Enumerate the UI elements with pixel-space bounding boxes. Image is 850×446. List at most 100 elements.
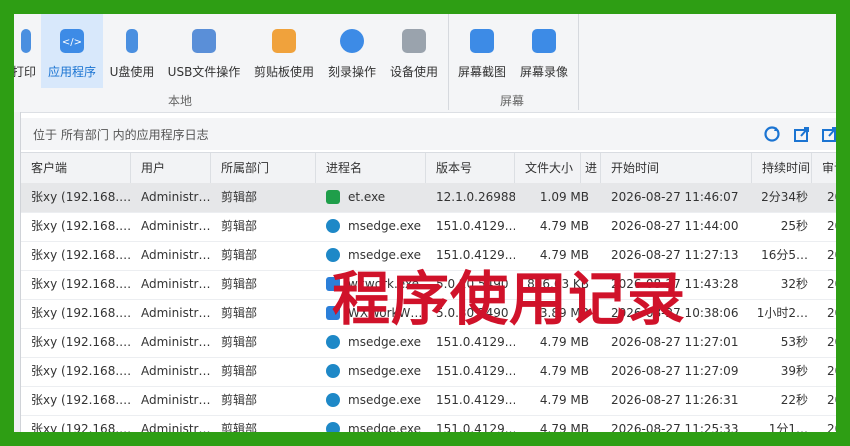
wps-et-icon	[326, 190, 340, 204]
cell-text: 剪辑部	[221, 219, 258, 233]
cell-client: 张xy (192.168.…	[21, 386, 131, 415]
cell-start: 2026-08-27 11:46:07	[601, 183, 752, 212]
ribbon-print-button[interactable]: 打印	[14, 14, 38, 88]
cell-text: 张xy (192.168.…	[31, 219, 131, 233]
column-header-user[interactable]: 用户	[131, 153, 211, 183]
cell-text: Administr…	[141, 364, 211, 378]
cell-duration: 16分5…	[752, 241, 814, 270]
cell-text: 剪辑部	[221, 306, 258, 320]
cell-text: msedge.exe	[348, 364, 422, 378]
cell-client: 张xy (192.168.…	[21, 299, 131, 328]
cell-text: Administr…	[141, 393, 211, 407]
cell-duration: 22秒	[752, 386, 814, 415]
cell-text: 39秒	[780, 364, 808, 378]
cell-text: msedge.exe	[348, 422, 422, 432]
table-row[interactable]: 张xy (192.168.… Administr… 剪辑部 msedge.exe 151…	[21, 212, 836, 242]
cell-text: Administr…	[141, 335, 211, 349]
table-row[interactable]: 张xy (192.168.… Administr… 剪辑部 msedge.exe 151…	[21, 415, 836, 432]
cell-version: 12.1.0.26988	[426, 183, 515, 212]
ribbon-burn-button[interactable]: 刻录操作	[326, 14, 378, 88]
column-header-start-time[interactable]: 开始时间	[601, 153, 752, 183]
cell-text: 151.0.4129.…	[436, 335, 515, 349]
cell-size: 4.79 MB	[515, 357, 595, 386]
cell-text: 剪辑部	[221, 277, 258, 291]
cell-start: 2026-08-27 11:27:09	[601, 357, 752, 386]
cell-text: 张xy (192.168.…	[31, 393, 131, 407]
cell-text: 4.79 MB	[539, 422, 589, 432]
cell-user: Administr…	[131, 212, 211, 241]
cell-dept: 剪辑部	[211, 299, 316, 328]
cell-text: 1分1…	[768, 422, 808, 432]
ribbon-device-button[interactable]: 设备使用	[388, 14, 440, 88]
ribbon-usb-drive-button[interactable]: U盘使用	[106, 14, 158, 88]
cell-text: 16分5…	[761, 248, 808, 262]
ribbon-app-button[interactable]: </> 应用程序	[41, 14, 103, 88]
cell-text: Administr…	[141, 190, 211, 204]
cell-text: 张xy (192.168.…	[31, 306, 131, 320]
table-row[interactable]: 张xy (192.168.… Administr… 剪辑部 msedge.exe 151…	[21, 386, 836, 416]
column-header-truncated[interactable]: 进	[581, 153, 601, 183]
column-header-audit[interactable]: 审计	[812, 153, 836, 183]
cell-text: 剪辑部	[221, 393, 258, 407]
cell-duration: 2分34秒	[752, 183, 814, 212]
cell-user: Administr…	[131, 386, 211, 415]
cell-audit: 202	[817, 328, 836, 357]
cell-dept: 剪辑部	[211, 183, 316, 212]
cell-text: 4.79 MB	[539, 364, 589, 378]
table-row[interactable]: 张xy (192.168.… Administr… 剪辑部 msedge.exe 151…	[21, 357, 836, 387]
cell-user: Administr…	[131, 415, 211, 432]
cell-text: 张xy (192.168.…	[31, 248, 131, 262]
cell-duration: 1小时2…	[752, 299, 814, 328]
cell-version: 151.0.4129.…	[426, 212, 515, 241]
cell-text: 4.79 MB	[539, 393, 589, 407]
table-row[interactable]: 张xy (192.168.… Administr… 剪辑部 et.exe 12.1.0.…	[21, 183, 836, 213]
cell-text: msedge.exe	[348, 335, 422, 349]
column-header-version[interactable]: 版本号	[426, 153, 515, 183]
export-all-icon[interactable]	[821, 125, 836, 143]
ribbon-screen-record-button[interactable]: 屏幕录像	[518, 14, 570, 88]
cell-audit: 202	[817, 415, 836, 432]
cell-duration: 53秒	[752, 328, 814, 357]
cell-text: 12.1.0.26988	[436, 190, 515, 204]
cell-audit: 202	[817, 357, 836, 386]
group-label-screen: 屏幕	[500, 94, 525, 108]
cell-start: 2026-08-27 11:44:00	[601, 212, 752, 241]
export-icon[interactable]	[793, 125, 811, 143]
cell-process: msedge.exe	[316, 357, 426, 386]
cell-client: 张xy (192.168.…	[21, 270, 131, 299]
cell-text: 2026-08-27 11:26:31	[611, 393, 739, 407]
cell-text: 1小时2…	[756, 306, 808, 320]
cell-user: Administr…	[131, 241, 211, 270]
disc-burn-icon	[340, 29, 364, 53]
video-record-icon	[532, 29, 556, 53]
green-border-frame: 打印 </> 应用程序 U盘使用 USB文件操作 剪贴板使用 刻录操作 设备使用…	[0, 0, 850, 446]
cell-text: 151.0.4129.…	[436, 422, 515, 432]
cell-client: 张xy (192.168.…	[21, 415, 131, 432]
cell-client: 张xy (192.168.…	[21, 328, 131, 357]
cell-client: 张xy (192.168.…	[21, 183, 131, 212]
cell-dept: 剪辑部	[211, 357, 316, 386]
ribbon-screenshot-button[interactable]: 屏幕截图	[456, 14, 508, 88]
ribbon-group-separator	[578, 14, 579, 110]
ribbon-usb-file-button[interactable]: USB文件操作	[166, 14, 242, 88]
cell-text: 4.79 MB	[539, 219, 589, 233]
cell-size: 4.79 MB	[515, 415, 595, 432]
cell-text: msedge.exe	[348, 219, 422, 233]
cell-text: 张xy (192.168.…	[31, 277, 131, 291]
cell-text: 202	[827, 306, 836, 320]
cell-text: 张xy (192.168.…	[31, 335, 131, 349]
column-header-process[interactable]: 进程名	[316, 153, 426, 183]
cell-text: 2026-08-27 11:25:33	[611, 422, 739, 432]
ribbon-clipboard-button[interactable]: 剪贴板使用	[252, 14, 316, 88]
cell-text: 151.0.4129.…	[436, 219, 515, 233]
cell-text: 202	[827, 277, 836, 291]
edge-icon	[326, 364, 340, 378]
cell-dept: 剪辑部	[211, 212, 316, 241]
column-header-file-size[interactable]: 文件大小	[515, 153, 581, 183]
column-header-department[interactable]: 所属部门	[211, 153, 316, 183]
cell-dept: 剪辑部	[211, 328, 316, 357]
refresh-icon[interactable]	[763, 125, 781, 143]
cell-duration: 1分1…	[752, 415, 814, 432]
column-header-client[interactable]: 客户端	[21, 153, 131, 183]
column-header-duration[interactable]: 持续时间	[752, 153, 812, 183]
